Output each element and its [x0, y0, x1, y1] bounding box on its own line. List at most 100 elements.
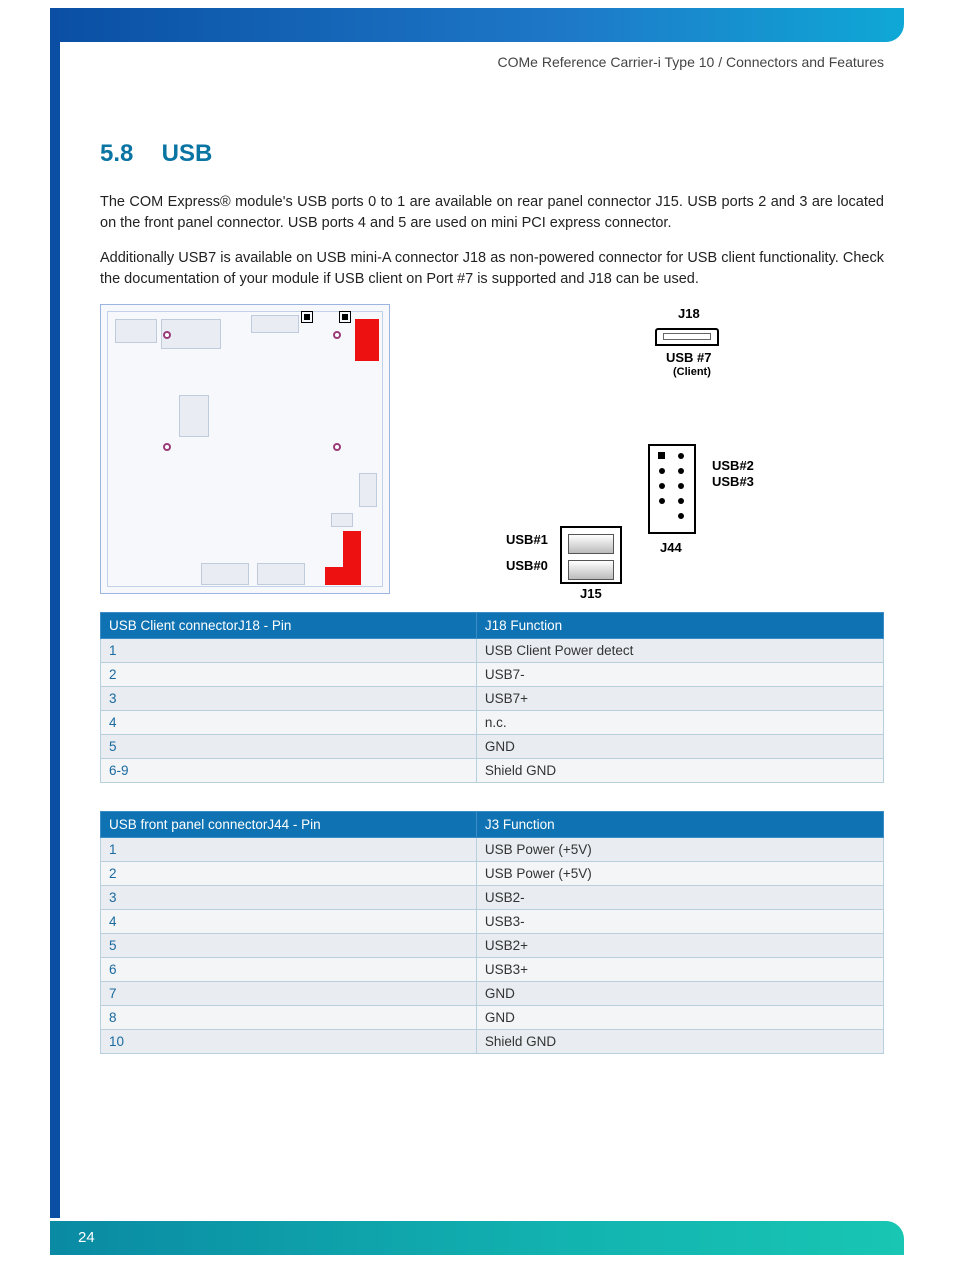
table-row: 4USB3-	[101, 910, 884, 934]
pin-icon	[678, 483, 684, 489]
table-row: 6USB3+	[101, 958, 884, 982]
table-row: 1USB Power (+5V)	[101, 838, 884, 862]
pin-cell: 7	[101, 982, 477, 1006]
page-footer: 24	[50, 1221, 904, 1255]
pcb-block	[251, 315, 299, 333]
usb-slot-icon	[568, 534, 614, 554]
table-header: J3 Function	[476, 812, 883, 838]
pin-cell: 3	[101, 687, 477, 711]
table-row: 2USB7-	[101, 663, 884, 687]
pin-header-icon	[648, 444, 696, 534]
table-row: 6-9Shield GND	[101, 759, 884, 783]
pcb-block	[115, 319, 157, 343]
pcb-diagram	[100, 304, 390, 594]
table-header: USB front panel connectorJ44 - Pin	[101, 812, 477, 838]
label-usb1: USB#1	[506, 532, 548, 547]
pin-cell: 3	[101, 886, 477, 910]
usb-slot-icon	[568, 560, 614, 580]
pcb-hole	[333, 443, 341, 451]
fn-cell: n.c.	[476, 711, 883, 735]
label-j15: J15	[580, 586, 602, 601]
fn-cell: USB7-	[476, 663, 883, 687]
fn-cell: USB7+	[476, 687, 883, 711]
pcb-smallconn	[339, 311, 351, 323]
table-row: 7GND	[101, 982, 884, 1006]
pin-icon	[678, 513, 684, 519]
table-row: 10Shield GND	[101, 1030, 884, 1054]
fn-cell: USB2-	[476, 886, 883, 910]
pcb-block	[331, 513, 353, 527]
fn-cell: GND	[476, 735, 883, 759]
table-row: 5USB2+	[101, 934, 884, 958]
table-row: 5GND	[101, 735, 884, 759]
fn-cell: Shield GND	[476, 759, 883, 783]
label-usb0: USB#0	[506, 558, 548, 573]
pin-cell: 5	[101, 934, 477, 958]
table-body: 1USB Power (+5V)2USB Power (+5V)3USB2-4U…	[101, 838, 884, 1054]
table-header: USB Client connectorJ18 - Pin	[101, 613, 477, 639]
fn-cell: USB Power (+5V)	[476, 862, 883, 886]
pin-icon	[678, 468, 684, 474]
table-row: 2USB Power (+5V)	[101, 862, 884, 886]
pin-cell: 10	[101, 1030, 477, 1054]
pin-cell: 6-9	[101, 759, 477, 783]
pin-cell: 2	[101, 862, 477, 886]
pin-icon	[659, 468, 665, 474]
label-j44: J44	[660, 540, 682, 555]
pcb-highlight	[325, 567, 361, 585]
label-client: (Client)	[673, 366, 711, 378]
table-row: 3USB2-	[101, 886, 884, 910]
pin-cell: 4	[101, 711, 477, 735]
pcb-highlight	[355, 319, 379, 361]
ports-diagram: J18 USB #7 (Client) USB#2 USB#3 J44	[430, 304, 850, 594]
fn-cell: USB3-	[476, 910, 883, 934]
fn-cell: USB Client Power detect	[476, 639, 883, 663]
table-row: 3USB7+	[101, 687, 884, 711]
table-j44: USB front panel connectorJ44 - Pin J3 Fu…	[100, 811, 884, 1054]
pin-cell: 4	[101, 910, 477, 934]
page-spine	[50, 8, 60, 1218]
pin-cell: 2	[101, 663, 477, 687]
pin-icon	[659, 498, 665, 504]
pcb-hole	[333, 331, 341, 339]
pin-icon	[658, 452, 665, 459]
pin-cell: 8	[101, 1006, 477, 1030]
pcb-block	[201, 563, 249, 585]
table-j18: USB Client connectorJ18 - Pin J18 Functi…	[100, 612, 884, 783]
pcb-block	[257, 563, 305, 585]
dual-usb-icon	[560, 526, 622, 584]
figures-row: J18 USB #7 (Client) USB#2 USB#3 J44	[100, 304, 884, 594]
paragraph-1: The COM Express® module's USB ports 0 to…	[100, 192, 884, 234]
fn-cell: USB3+	[476, 958, 883, 982]
pin-icon	[678, 498, 684, 504]
section-title: USB	[162, 140, 213, 167]
label-usb2: USB#2	[712, 458, 754, 473]
table-body: 1USB Client Power detect2USB7-3USB7+4n.c…	[101, 639, 884, 783]
pin-cell: 5	[101, 735, 477, 759]
pcb-smallconn	[301, 311, 313, 323]
content-area: 5.8 USB The COM Express® module's USB po…	[100, 140, 884, 1082]
fn-cell: Shield GND	[476, 1030, 883, 1054]
pin-icon	[659, 483, 665, 489]
label-j18: J18	[678, 306, 700, 321]
label-usb3: USB#3	[712, 474, 754, 489]
label-usb7: USB #7	[666, 350, 712, 365]
pin-cell: 1	[101, 639, 477, 663]
pcb-highlight	[343, 531, 361, 567]
paragraph-2: Additionally USB7 is available on USB mi…	[100, 248, 884, 290]
table-row: 1USB Client Power detect	[101, 639, 884, 663]
usb-mini-icon	[655, 328, 719, 346]
fn-cell: GND	[476, 982, 883, 1006]
table-row: 4n.c.	[101, 711, 884, 735]
fn-cell: USB Power (+5V)	[476, 838, 883, 862]
pcb-outline	[107, 311, 383, 587]
table-row: 8GND	[101, 1006, 884, 1030]
pcb-block	[179, 395, 209, 437]
pcb-hole	[163, 443, 171, 451]
page-number: 24	[78, 1229, 95, 1246]
pcb-block	[359, 473, 377, 507]
section-heading: 5.8 USB	[100, 140, 884, 168]
top-banner	[50, 8, 904, 42]
fn-cell: USB2+	[476, 934, 883, 958]
pcb-hole	[163, 331, 171, 339]
